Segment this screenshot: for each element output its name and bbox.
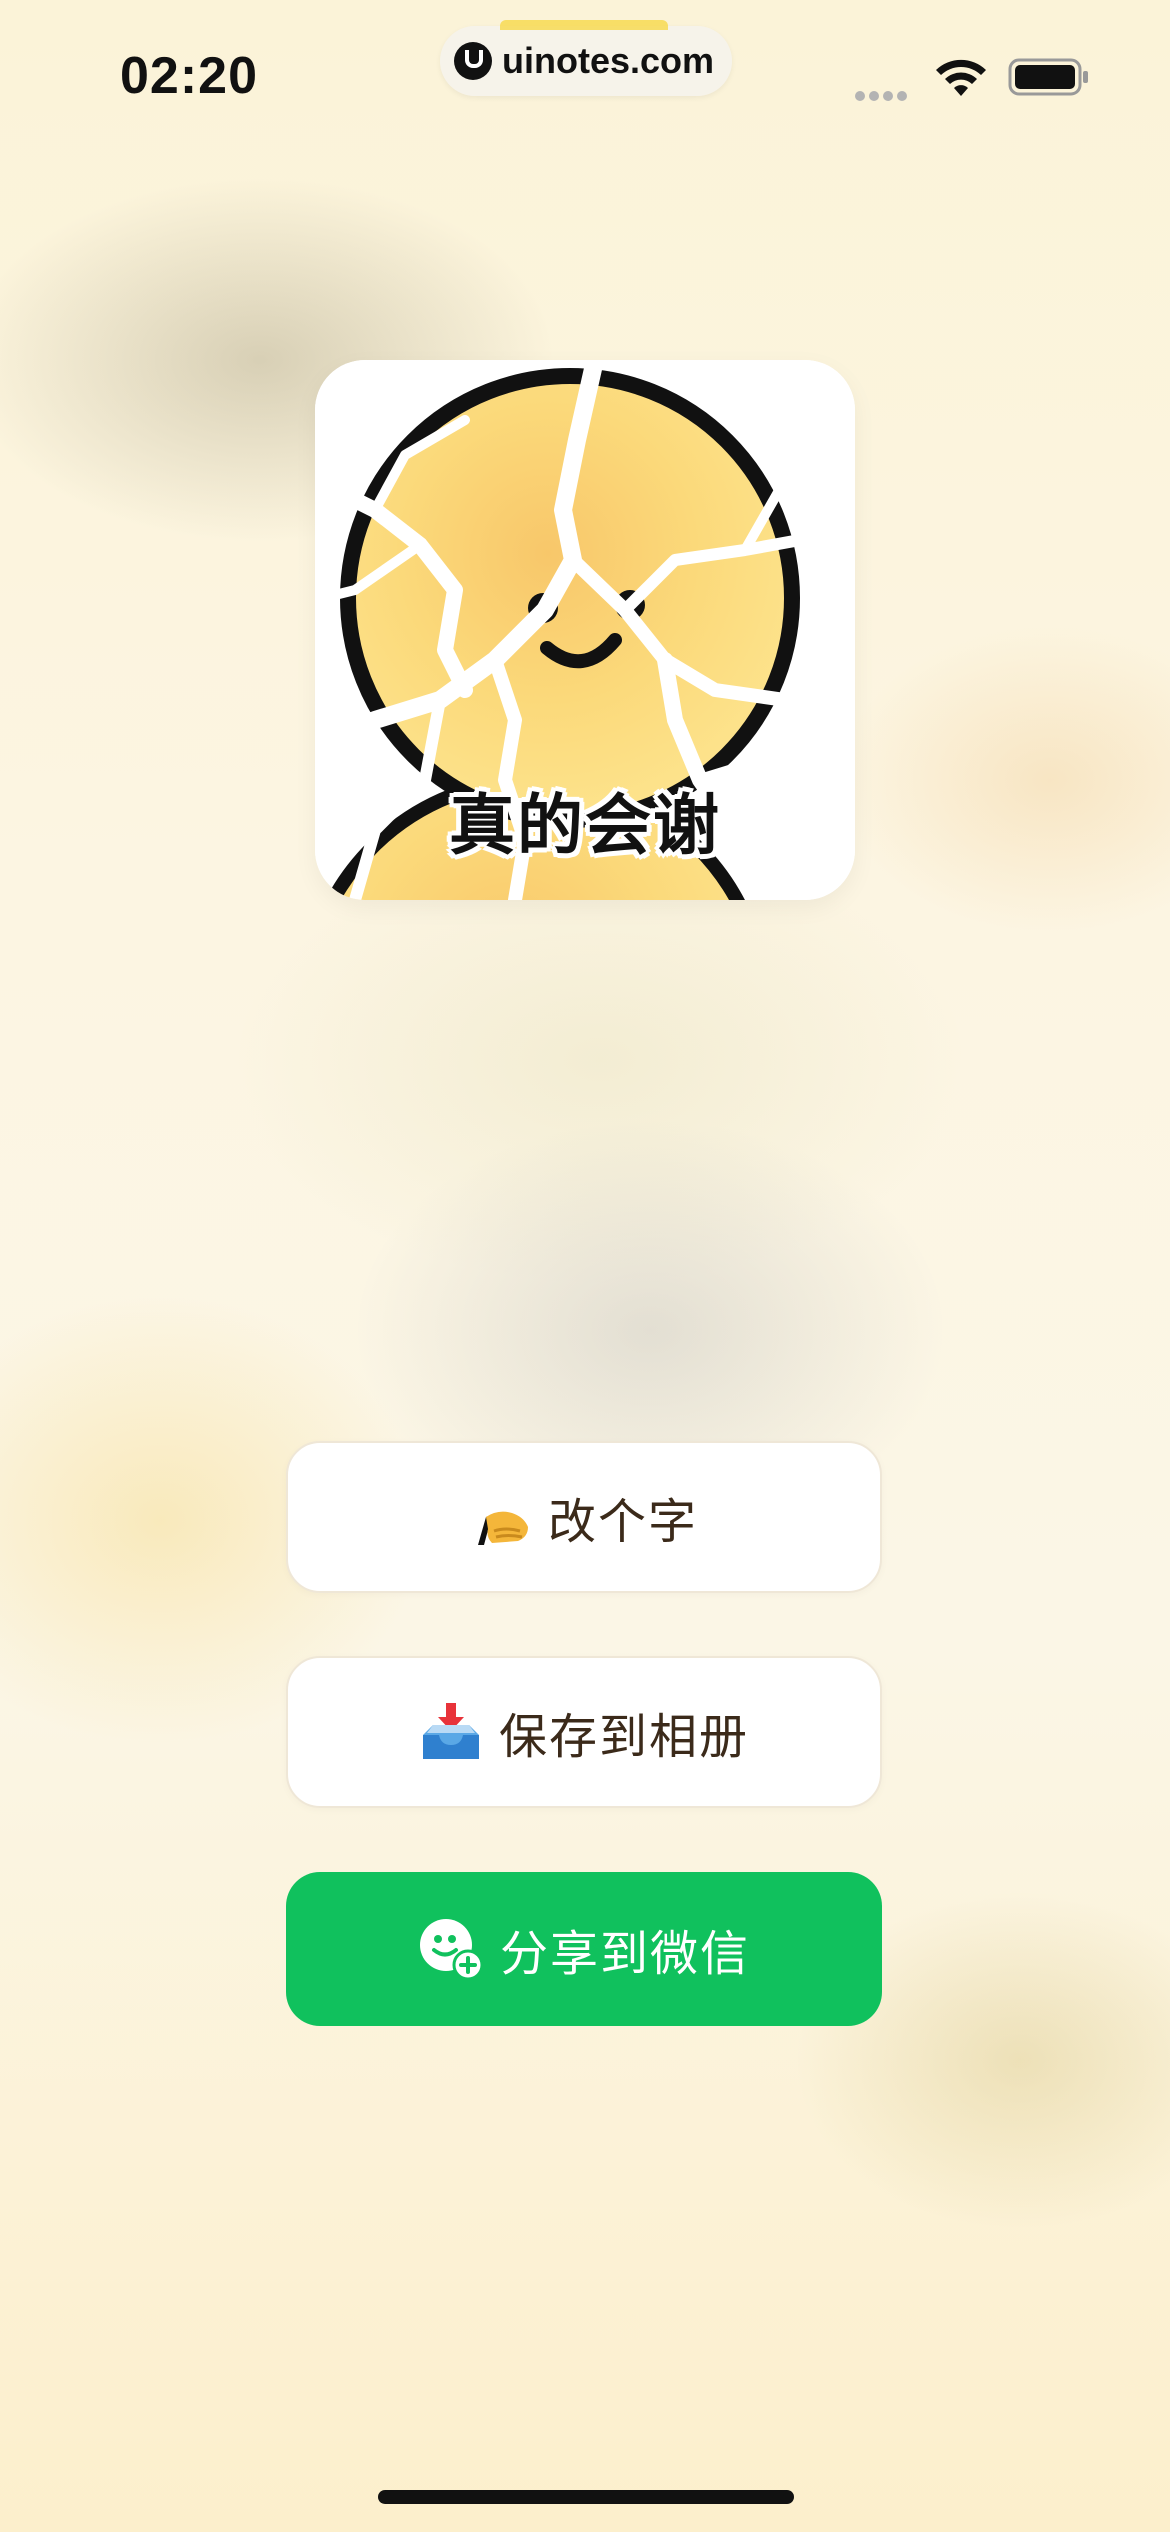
save-to-album-button[interactable]: 保存到相册 [286,1656,882,1808]
share-to-wechat-button[interactable]: 分享到微信 [286,1872,882,2026]
edit-text-button[interactable]: 改个字 [286,1441,882,1593]
share-to-wechat-label: 分享到微信 [499,1926,750,1982]
inbox-tray-icon [422,1703,479,1759]
battery-icon [1008,58,1088,96]
sticker-caption: 真的会谢 [449,787,721,864]
status-time: 02:20 [120,47,258,105]
status-bar: 02:20 uinotes.com [0,0,1170,150]
wechat-add-friend-icon [419,1919,484,1981]
edit-text-label: 改个字 [547,1494,698,1550]
save-to-album-label: 保存到相册 [498,1709,749,1765]
writing-hand-icon [477,1511,528,1545]
url-pill[interactable]: uinotes.com [440,20,732,96]
url-text: uinotes.com [502,40,715,81]
wifi-icon [936,59,986,96]
sticker-preview: 真的会谢 [315,360,855,900]
site-logo-icon [454,42,492,80]
cellular-signal-icon [855,86,915,101]
home-indicator[interactable] [378,2490,794,2504]
